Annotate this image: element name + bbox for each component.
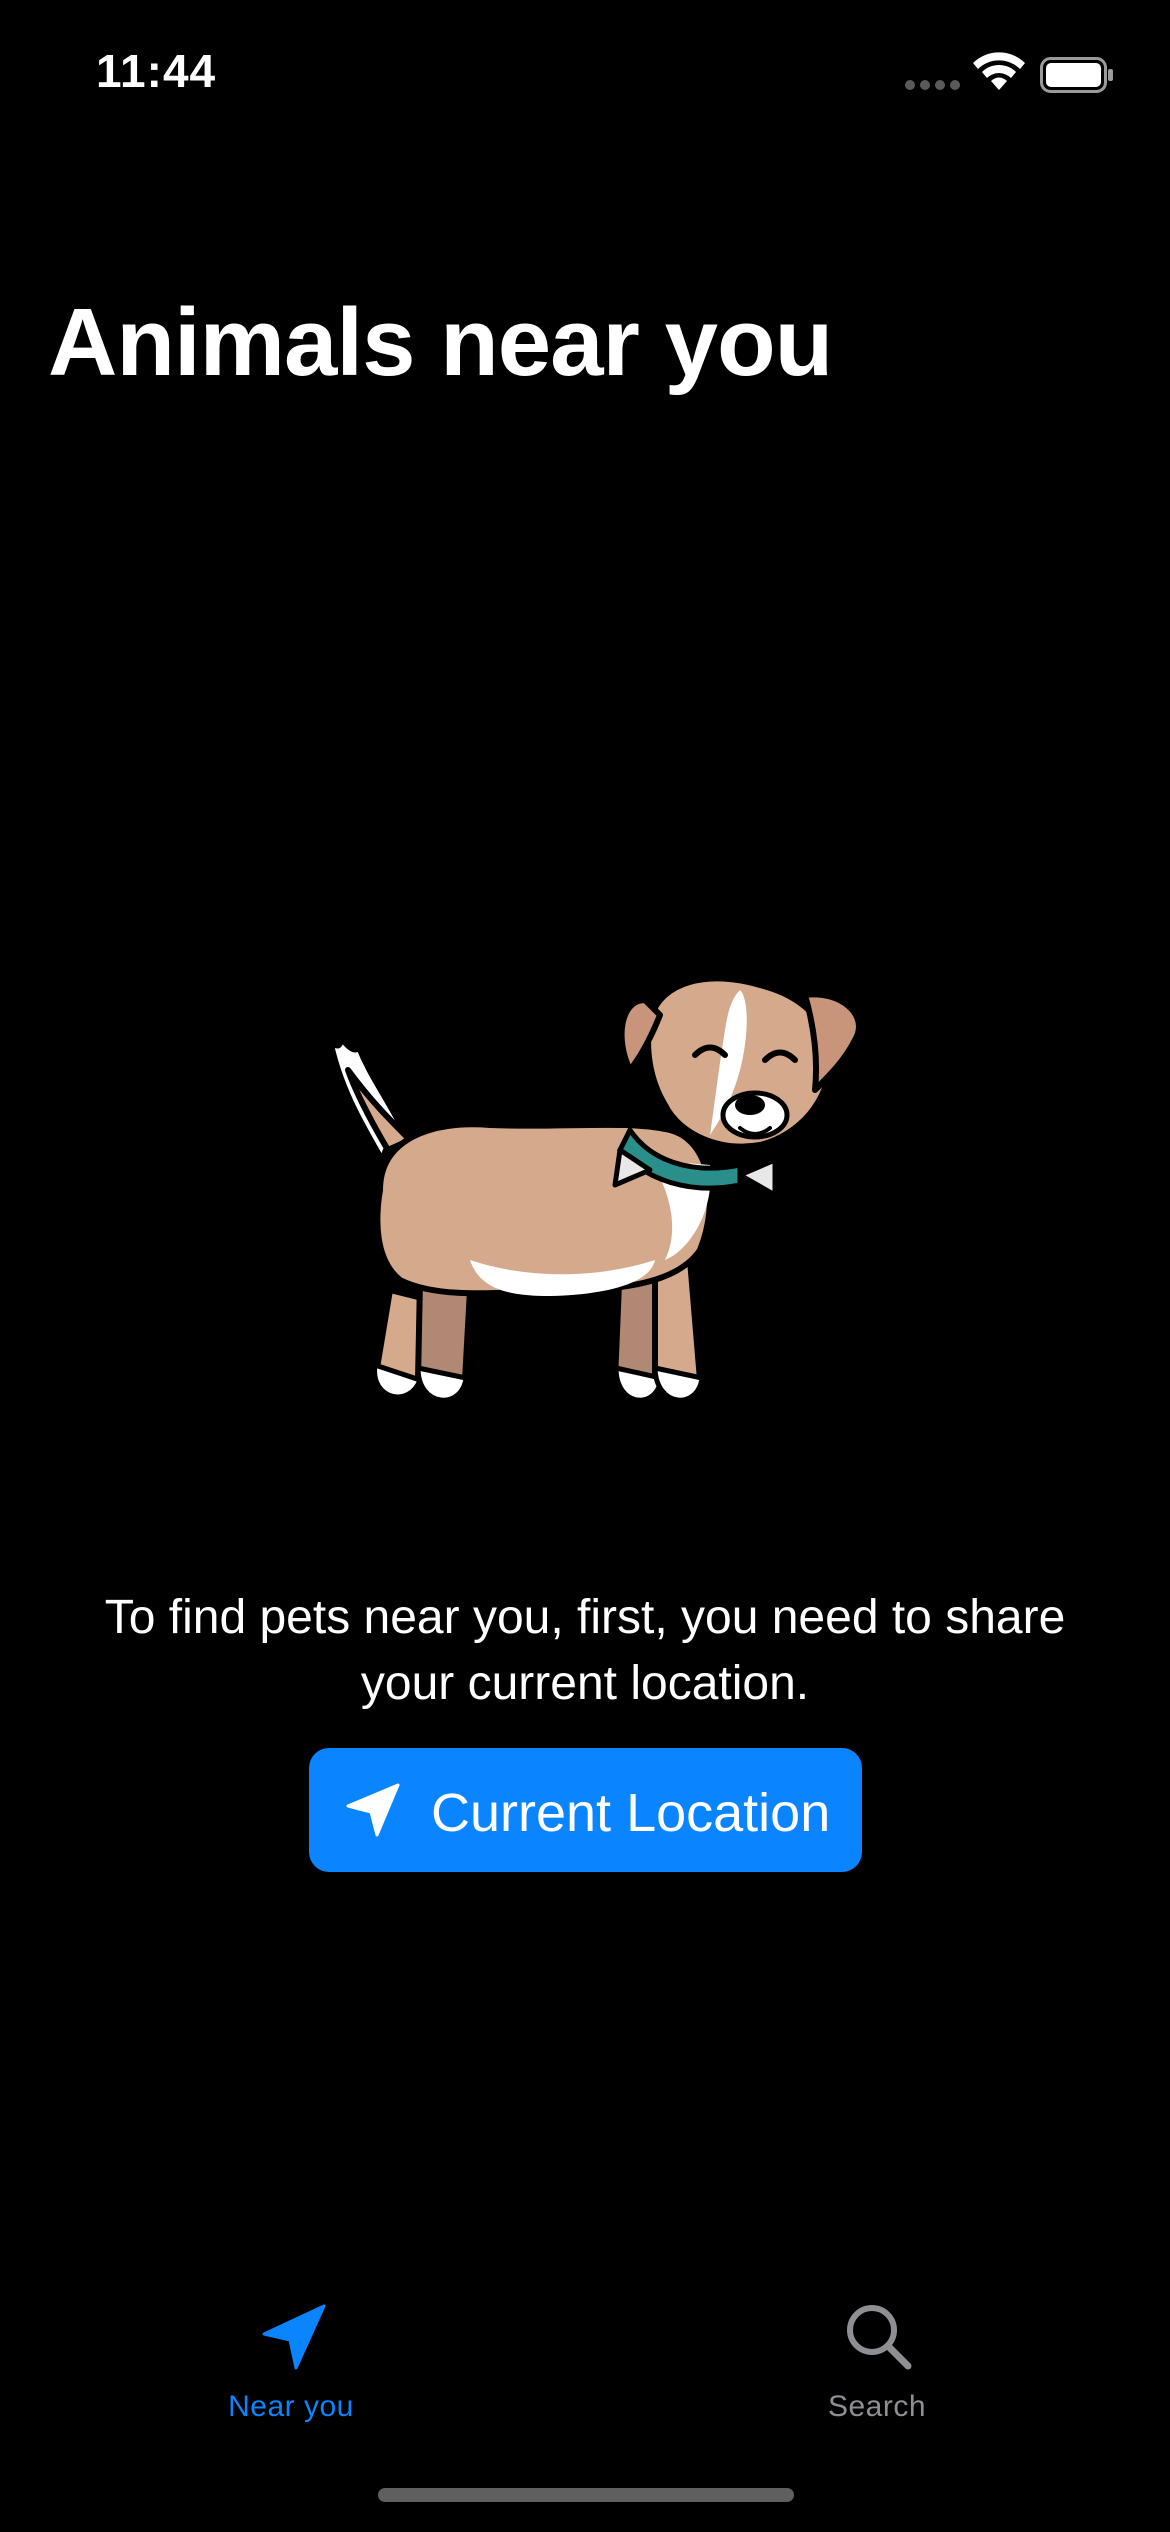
battery-icon bbox=[1040, 57, 1113, 93]
status-bar: 11:44 bbox=[0, 0, 1170, 150]
wifi-icon bbox=[973, 52, 1025, 90]
status-time: 11:44 bbox=[96, 45, 217, 97]
tab-near-you[interactable]: Near you bbox=[141, 2280, 441, 2440]
tab-near-you-label: Near you bbox=[228, 2390, 354, 2423]
current-location-label: Current Location bbox=[431, 1783, 831, 1843]
current-location-button[interactable]: Current Location bbox=[309, 1748, 862, 1872]
location-arrow-icon bbox=[262, 2304, 326, 2370]
tab-search-label: Search bbox=[827, 2390, 927, 2423]
home-indicator bbox=[378, 2488, 794, 2502]
location-arrow-icon bbox=[346, 1783, 400, 1837]
tab-search[interactable]: Search bbox=[727, 2280, 1027, 2440]
cellular-signal-icon bbox=[905, 80, 961, 92]
dog-illustration bbox=[327, 975, 862, 1403]
page-title: Animals near you bbox=[48, 289, 833, 396]
location-permission-message: To find pets near you, first, you need t… bbox=[104, 1591, 1066, 1710]
magnifying-glass-icon bbox=[847, 2305, 912, 2370]
